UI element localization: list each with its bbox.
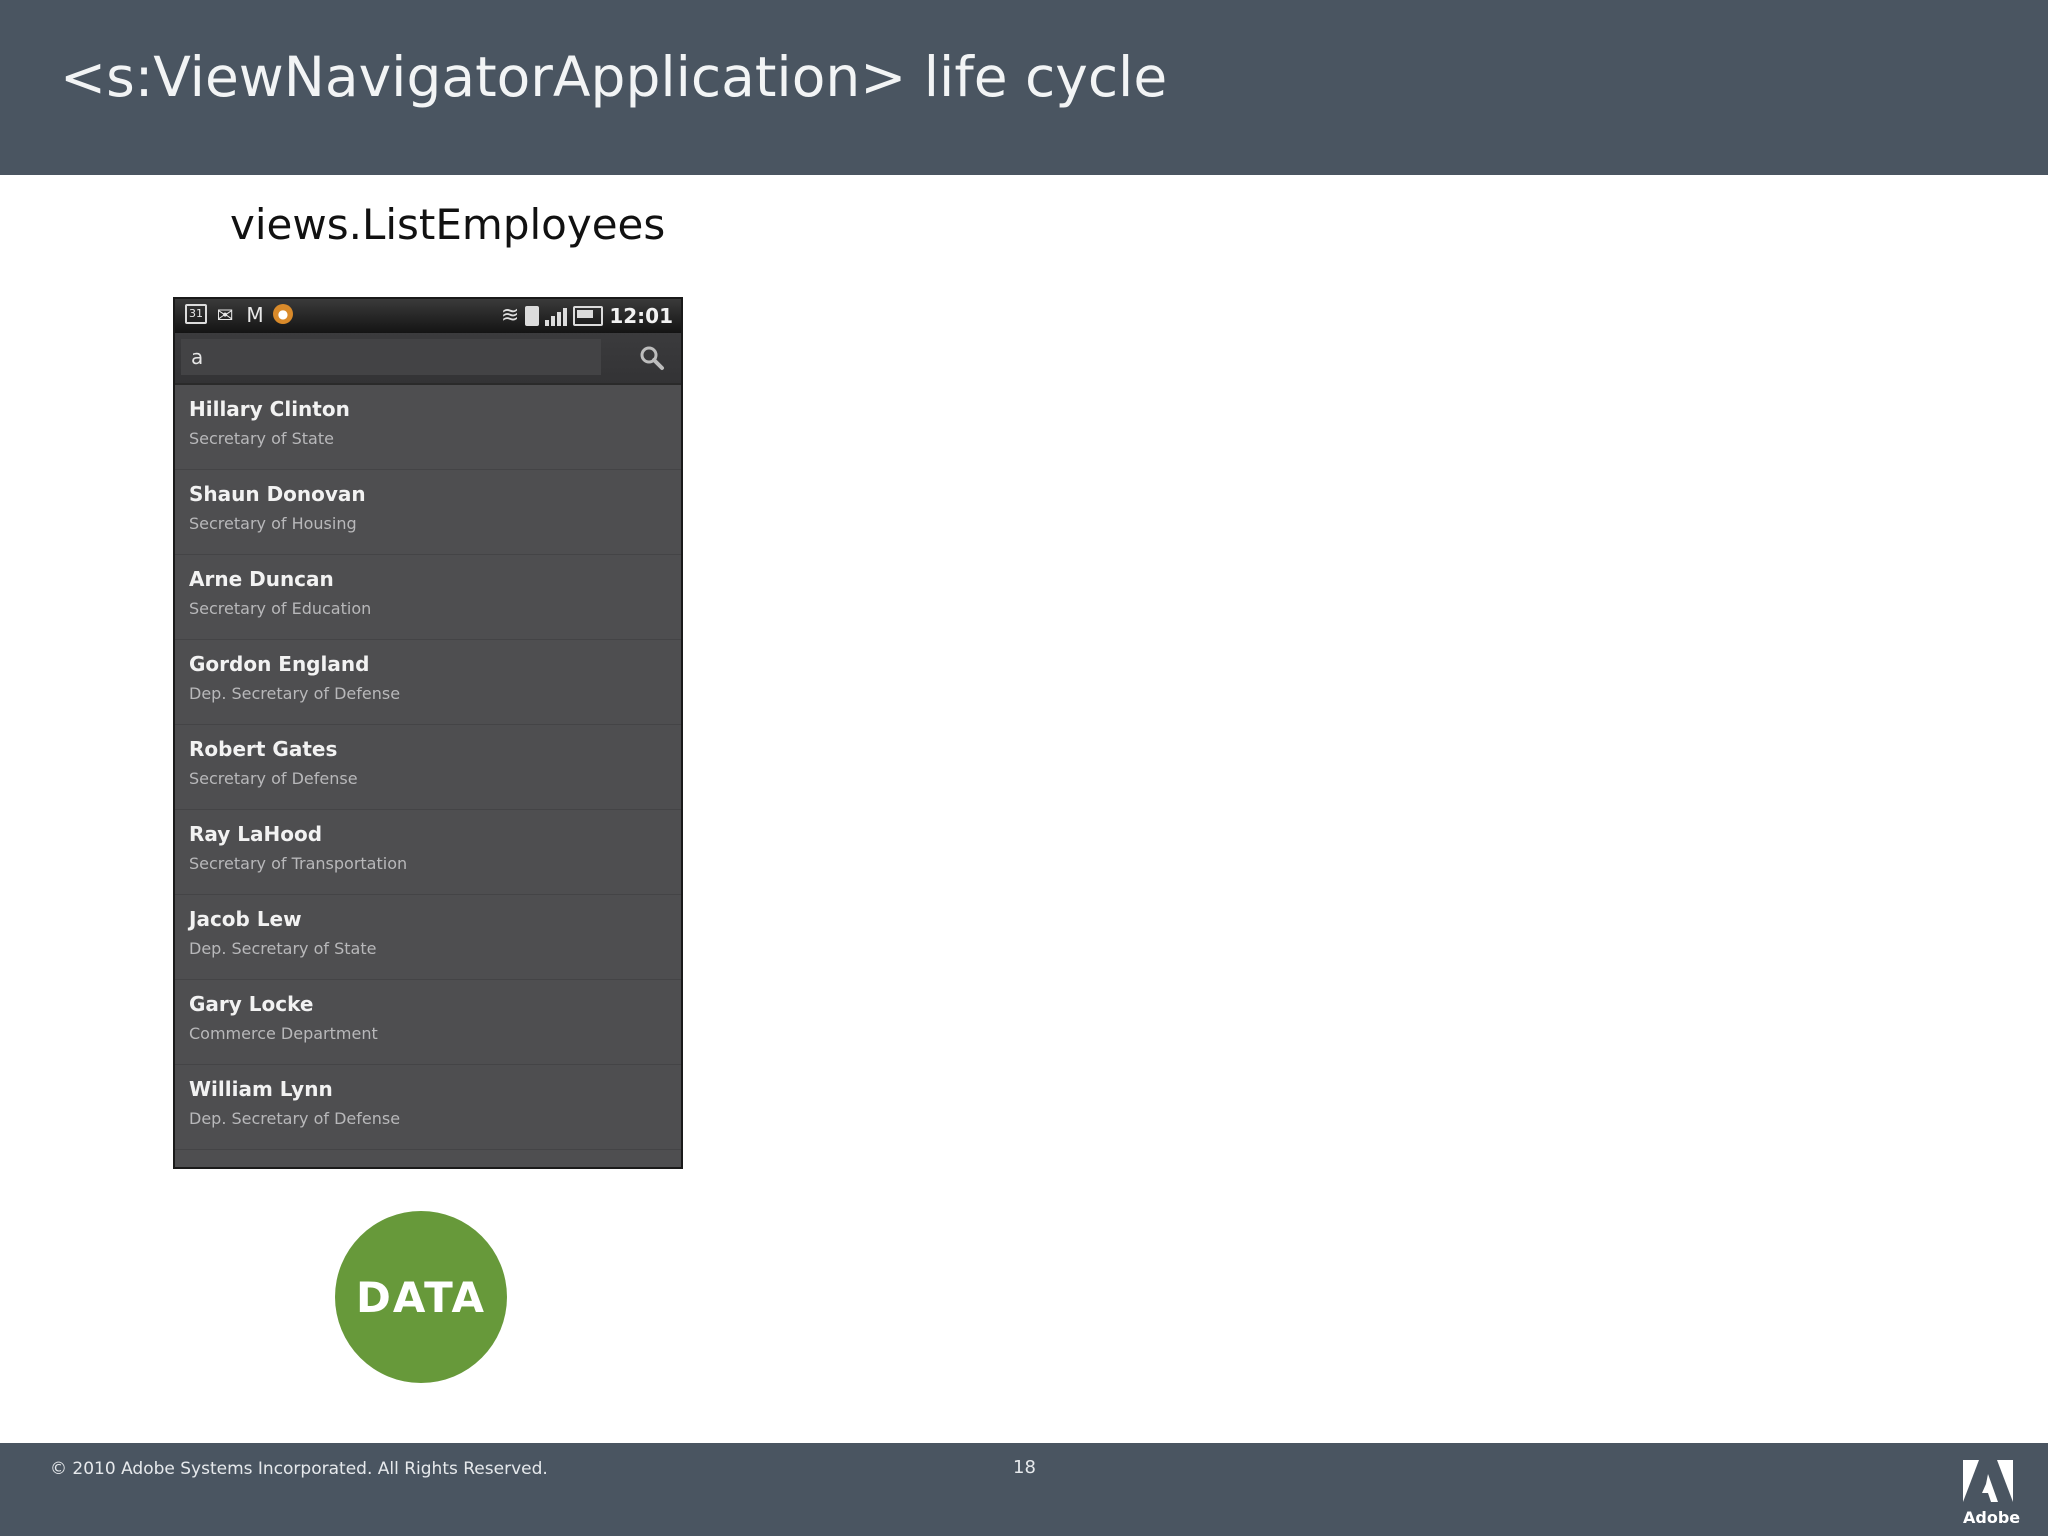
slide: <s:ViewNavigatorApplication> life cycle …	[0, 0, 2048, 1536]
employee-name: Robert Gates	[189, 737, 338, 761]
sd-card-icon	[525, 305, 540, 326]
sms-icon: ✉	[216, 303, 234, 327]
list-item[interactable]: Gordon England Dep. Secretary of Defense	[175, 640, 681, 725]
status-bar: 31 ✉ M ● ≋ 12:01	[175, 299, 681, 333]
list-item[interactable]: Hillary Clinton Secretary of State	[175, 385, 681, 470]
app-notification-icon: ●	[273, 304, 293, 324]
employee-name: Shaun Donovan	[189, 482, 366, 506]
employee-name: Jacob Lew	[189, 907, 302, 931]
adobe-logo: Adobe	[1963, 1460, 2021, 1527]
employee-name: Gordon England	[189, 652, 370, 676]
copyright-text: © 2010 Adobe Systems Incorporated. All R…	[50, 1459, 548, 1479]
search-bar	[175, 333, 681, 385]
employee-name: Arne Duncan	[189, 567, 334, 591]
adobe-logo-icon	[1963, 1460, 2013, 1502]
data-badge: DATA	[335, 1211, 507, 1383]
employee-title: Dep. Secretary of Defense	[189, 684, 401, 703]
employee-title: Secretary of Education	[189, 599, 372, 618]
slide-title: <s:ViewNavigatorApplication> life cycle	[60, 45, 1168, 109]
employee-title: Dep. Secretary of Defense	[189, 1109, 401, 1128]
footer-bar: © 2010 Adobe Systems Incorporated. All R…	[0, 1443, 2048, 1536]
search-icon[interactable]	[639, 345, 665, 371]
list-item[interactable]: Gary Locke Commerce Department	[175, 980, 681, 1065]
employee-title: Secretary of Housing	[189, 514, 357, 533]
employee-title: Secretary of Transportation	[189, 854, 408, 873]
employee-name: Ray LaHood	[189, 822, 323, 846]
search-input[interactable]	[181, 339, 601, 375]
employee-title: Dep. Secretary of State	[189, 939, 377, 958]
calendar-icon: 31	[185, 304, 207, 324]
employee-list: Hillary Clinton Secretary of State Shaun…	[175, 385, 681, 1150]
employee-name: William Lynn	[189, 1077, 333, 1101]
list-item[interactable]: Ray LaHood Secretary of Transportation	[175, 810, 681, 895]
list-item[interactable]: Arne Duncan Secretary of Education	[175, 555, 681, 640]
employee-title: Commerce Department	[189, 1024, 378, 1043]
system-icons: ≋ 12:01	[501, 303, 673, 328]
phone-screenshot: 31 ✉ M ● ≋ 12:01 a Hillary Clinton Secre…	[173, 297, 683, 1169]
view-label: views.ListEmployees	[230, 200, 666, 249]
battery-icon	[573, 305, 604, 326]
header-bar: <s:ViewNavigatorApplication> life cycle	[0, 0, 2048, 175]
signal-icon	[545, 306, 568, 326]
wifi-icon: ≋	[500, 303, 520, 328]
adobe-logo-text: Adobe	[1963, 1508, 2021, 1527]
employee-name: Gary Locke	[189, 992, 314, 1016]
list-item[interactable]: Jacob Lew Dep. Secretary of State	[175, 895, 681, 980]
page-number: 18	[1013, 1457, 1036, 1478]
employee-title: Secretary of Defense	[189, 769, 358, 788]
status-clock: 12:01	[609, 303, 673, 328]
list-item[interactable]: William Lynn Dep. Secretary of Defense	[175, 1065, 681, 1150]
data-badge-label: DATA	[355, 1272, 486, 1322]
list-item[interactable]: Robert Gates Secretary of Defense	[175, 725, 681, 810]
employee-title: Secretary of State	[189, 429, 334, 448]
employee-name: Hillary Clinton	[189, 397, 350, 421]
list-item[interactable]: Shaun Donovan Secretary of Housing	[175, 470, 681, 555]
notification-icons: 31 ✉ M ●	[185, 304, 293, 326]
gmail-icon: M	[246, 303, 264, 327]
